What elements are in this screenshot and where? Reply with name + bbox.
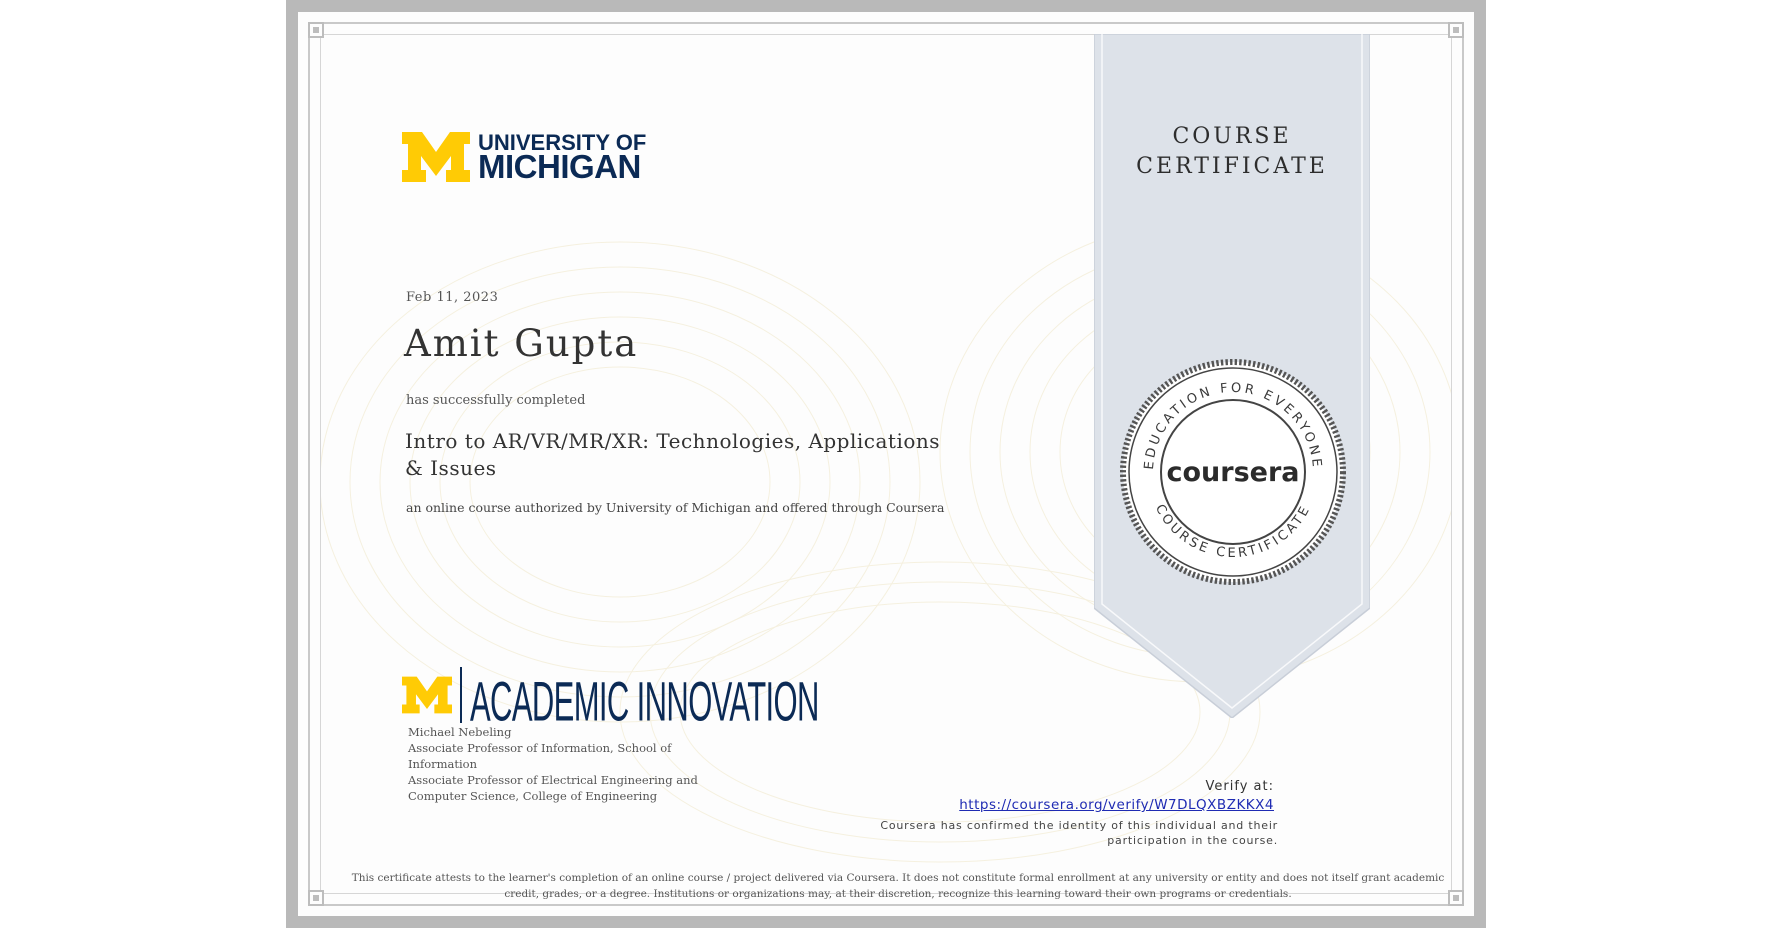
course-title: Intro to AR/VR/MR/XR: Technologies, Appl… bbox=[405, 429, 941, 480]
seal-brand: coursera bbox=[1166, 457, 1299, 488]
corner-ornament bbox=[1448, 890, 1464, 906]
signer-title-1: Associate Professor of Information, Scho… bbox=[408, 741, 672, 771]
certificate-ribbon: COURSE CERTIFICATE EDUCATION FOR EVERYON… bbox=[1094, 34, 1370, 718]
authorization-statement: an online course authorized by Universit… bbox=[406, 500, 945, 515]
recipient-name: Amit Gupta bbox=[404, 322, 639, 365]
verify-link[interactable]: https://coursera.org/verify/W7DLQXBZKKX4 bbox=[959, 797, 1274, 813]
university-wordmark-line2: MICHIGAN bbox=[478, 148, 641, 185]
corner-ornament bbox=[1448, 22, 1464, 38]
ribbon-title: COURSE CERTIFICATE bbox=[1094, 122, 1370, 182]
corner-ornament bbox=[308, 22, 324, 38]
signer-title-2: Associate Professor of Electrical Engine… bbox=[408, 773, 698, 803]
block-m-icon bbox=[402, 132, 470, 182]
certificate-paper: COURSE CERTIFICATE EDUCATION FOR EVERYON… bbox=[298, 12, 1474, 916]
identity-confirmation: Coursera has confirmed the identity of t… bbox=[880, 819, 1278, 847]
ribbon-title-line2: CERTIFICATE bbox=[1136, 154, 1328, 179]
corner-ornament bbox=[308, 890, 324, 906]
signer-name: Michael Nebeling bbox=[408, 725, 512, 739]
issue-date: Feb 11, 2023 bbox=[406, 290, 499, 305]
block-m-icon bbox=[402, 676, 452, 714]
certificate-disclaimer: This certificate attests to the learner'… bbox=[351, 872, 1445, 900]
logo-divider bbox=[460, 667, 462, 723]
certificate-frame: COURSE CERTIFICATE EDUCATION FOR EVERYON… bbox=[286, 0, 1486, 928]
coursera-seal: EDUCATION FOR EVERYONE COURSE CERTIFICAT… bbox=[1120, 359, 1346, 585]
completion-statement: has successfully completed bbox=[406, 393, 586, 408]
verify-label: Verify at: bbox=[1205, 779, 1274, 794]
verify-block: Verify at: https://coursera.org/verify/W… bbox=[959, 779, 1274, 813]
signer-block: Michael Nebeling Associate Professor of … bbox=[408, 724, 718, 804]
ribbon-title-line1: COURSE bbox=[1172, 124, 1292, 149]
